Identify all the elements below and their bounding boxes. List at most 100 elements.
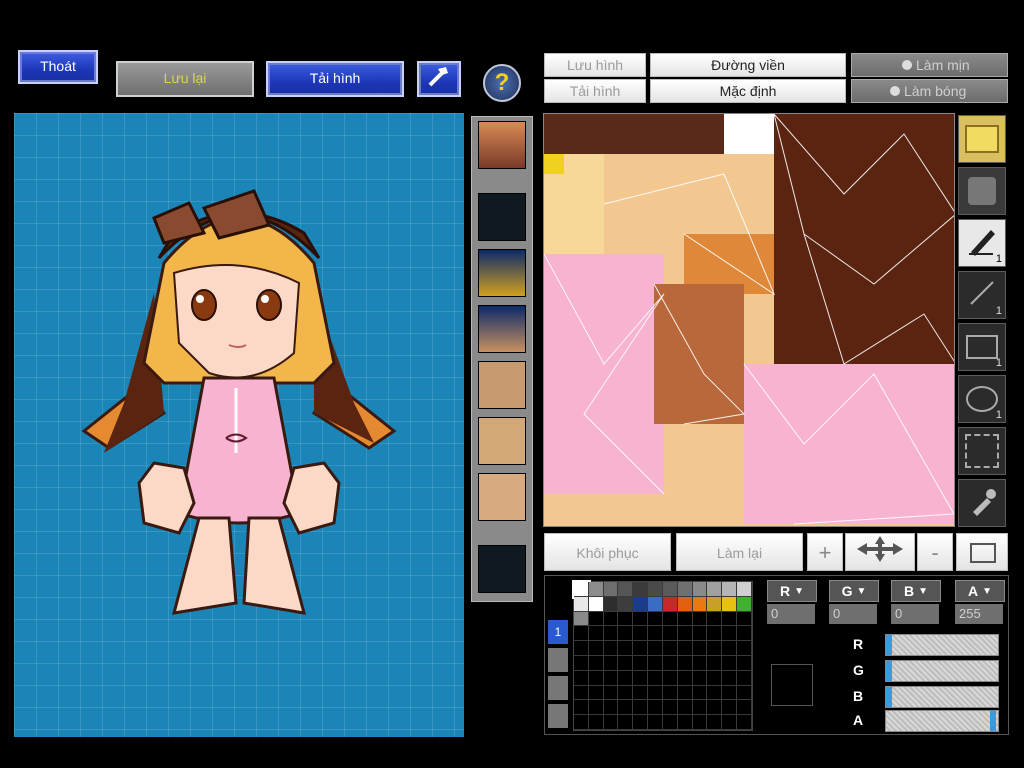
palette-swatch[interactable] xyxy=(633,685,649,701)
eyedropper-tool-button[interactable] xyxy=(958,479,1006,527)
palette-swatch[interactable] xyxy=(588,715,604,730)
palette-swatch[interactable] xyxy=(737,656,752,671)
redo-button[interactable]: Làm lại xyxy=(676,533,803,571)
palette-swatch[interactable] xyxy=(648,656,663,671)
palette-swatch[interactable] xyxy=(737,641,752,656)
part-thumb-head[interactable] xyxy=(478,121,526,169)
palette-swatch[interactable] xyxy=(574,656,589,671)
palette-swatch[interactable] xyxy=(603,611,619,627)
palette-swatch[interactable] xyxy=(662,626,678,642)
palette-swatch[interactable] xyxy=(618,656,634,671)
palette-swatch[interactable] xyxy=(574,596,589,612)
palette-swatch[interactable] xyxy=(722,596,738,612)
part-thumb-face[interactable] xyxy=(478,361,526,409)
palette-swatch[interactable] xyxy=(618,626,634,642)
palette-swatch[interactable] xyxy=(737,670,752,686)
palette-swatch[interactable] xyxy=(737,611,752,627)
palette-swatch[interactable] xyxy=(633,641,649,656)
palette-swatch[interactable] xyxy=(574,715,589,730)
palette-swatch[interactable] xyxy=(648,641,663,656)
palette-swatch[interactable] xyxy=(737,582,752,597)
palette-swatch[interactable] xyxy=(722,700,738,716)
palette-swatch[interactable] xyxy=(662,656,678,671)
palette-swatch[interactable] xyxy=(648,700,663,716)
palette-swatch[interactable] xyxy=(677,670,693,686)
palette-swatch[interactable] xyxy=(677,611,693,627)
a-slider[interactable] xyxy=(885,710,999,732)
palette-swatch[interactable] xyxy=(588,656,604,671)
palette-swatch[interactable] xyxy=(722,715,738,730)
palette-swatch[interactable] xyxy=(692,715,708,730)
ellipse-tool-button[interactable]: 1 xyxy=(958,375,1006,423)
palette-swatch[interactable] xyxy=(648,611,663,627)
palette-swatch[interactable] xyxy=(633,582,649,597)
palette-swatch[interactable] xyxy=(707,611,723,627)
g-slider-handle[interactable] xyxy=(886,661,892,681)
save-button[interactable]: Lưu lại xyxy=(116,61,254,97)
restore-button[interactable]: Khôi phục xyxy=(544,533,671,571)
palette-swatch[interactable] xyxy=(572,580,591,599)
palette-swatch[interactable] xyxy=(633,700,649,716)
zoom-in-button[interactable]: + xyxy=(807,533,843,571)
palette-swatch[interactable] xyxy=(722,582,738,597)
model-preview[interactable] xyxy=(14,113,464,737)
palette-swatch[interactable] xyxy=(677,596,693,612)
palette-swatch[interactable] xyxy=(737,596,752,612)
palette-swatch[interactable] xyxy=(722,656,738,671)
palette-swatch[interactable] xyxy=(633,611,649,627)
palette-grid[interactable] xyxy=(572,580,753,731)
palette-swatch[interactable] xyxy=(692,626,708,642)
palette-swatch[interactable] xyxy=(574,641,589,656)
pen-tool-button[interactable]: 1 xyxy=(958,219,1006,267)
rectangle-tool-button[interactable]: 1 xyxy=(958,323,1006,371)
palette-swatch[interactable] xyxy=(707,700,723,716)
palette-swatch[interactable] xyxy=(707,626,723,642)
palette-swatch[interactable] xyxy=(648,626,663,642)
part-thumb-empty-2[interactable] xyxy=(478,545,526,593)
load-image-button[interactable]: Tải hình xyxy=(266,61,404,97)
palette-swatch[interactable] xyxy=(588,582,604,597)
palette-swatch[interactable] xyxy=(618,611,634,627)
palette-swatch[interactable] xyxy=(722,670,738,686)
palette-swatch[interactable] xyxy=(618,670,634,686)
palette-swatch[interactable] xyxy=(737,700,752,716)
palette-swatch[interactable] xyxy=(574,626,589,642)
b-slider-handle[interactable] xyxy=(886,687,892,707)
part-thumb-face-2[interactable] xyxy=(478,473,526,521)
zoom-out-button[interactable]: - xyxy=(917,533,953,571)
palette-swatch[interactable] xyxy=(692,582,708,597)
palette-swatch[interactable] xyxy=(662,582,678,597)
palette-swatch[interactable] xyxy=(722,611,738,627)
tool-button[interactable] xyxy=(417,61,461,97)
palette-swatch[interactable] xyxy=(662,715,678,730)
palette-swatch[interactable] xyxy=(633,626,649,642)
part-thumb-body[interactable] xyxy=(478,305,526,353)
palette-swatch[interactable] xyxy=(707,656,723,671)
palette-swatch[interactable] xyxy=(648,685,663,701)
part-thumb-dragon[interactable] xyxy=(478,249,526,297)
palette-swatch[interactable] xyxy=(574,670,589,686)
b-value-field[interactable]: 0 xyxy=(891,604,939,624)
outline-tab[interactable]: Đường viền xyxy=(650,53,846,77)
palette-swatch[interactable] xyxy=(588,596,604,612)
palette-swatch[interactable] xyxy=(588,611,604,627)
palette-swatch[interactable] xyxy=(603,641,619,656)
palette-swatch[interactable] xyxy=(662,670,678,686)
palette-swatch[interactable] xyxy=(618,582,634,597)
layer-tab-3[interactable] xyxy=(548,676,568,700)
palette-swatch[interactable] xyxy=(737,685,752,701)
g-value-field[interactable]: 0 xyxy=(829,604,877,624)
palette-swatch[interactable] xyxy=(737,626,752,642)
palette-swatch[interactable] xyxy=(588,685,604,701)
r-slider[interactable] xyxy=(885,634,999,656)
save-image-tab[interactable]: Lưu hình xyxy=(544,53,646,77)
move-button[interactable] xyxy=(845,533,915,571)
layers-button[interactable] xyxy=(956,533,1008,571)
palette-swatch[interactable] xyxy=(603,685,619,701)
exit-button[interactable]: Thoát xyxy=(18,50,98,84)
palette-swatch[interactable] xyxy=(707,596,723,612)
palette-swatch[interactable] xyxy=(618,700,634,716)
palette-swatch[interactable] xyxy=(603,715,619,730)
a-value-field[interactable]: 255 xyxy=(955,604,1003,624)
palette-swatch[interactable] xyxy=(737,715,752,730)
